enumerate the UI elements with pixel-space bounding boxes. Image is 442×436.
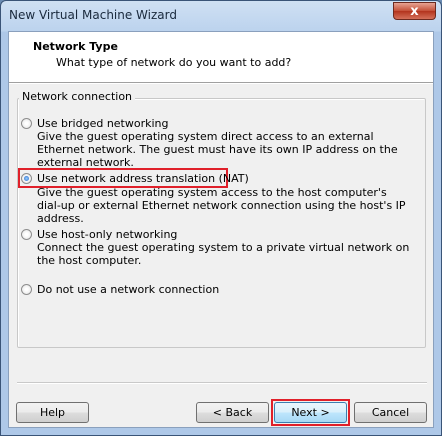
- close-icon: x: [410, 4, 419, 19]
- close-button[interactable]: x: [393, 2, 436, 20]
- radio-button[interactable]: [21, 229, 32, 240]
- radio-label[interactable]: Do not use a network connection: [37, 283, 219, 296]
- next-button[interactable]: Next >: [274, 402, 347, 423]
- page-title: Network Type: [33, 40, 118, 53]
- wizard-window: New Virtual Machine Wizard x Network Typ…: [0, 0, 442, 436]
- group-label: Network connection: [19, 90, 136, 103]
- wizard-body: Network Type What type of network do you…: [8, 31, 434, 428]
- radio-label[interactable]: Use network address translation (NAT): [37, 172, 249, 185]
- radio-button-selected[interactable]: [21, 173, 32, 184]
- cancel-button[interactable]: Cancel: [354, 402, 427, 423]
- window-title: New Virtual Machine Wizard: [9, 8, 177, 22]
- option-description: Connect the guest operating system to a …: [37, 241, 410, 267]
- option-description: Give the guest operating system access t…: [37, 186, 406, 225]
- back-button[interactable]: < Back: [196, 402, 269, 423]
- radio-label[interactable]: Use bridged networking: [37, 117, 169, 130]
- radio-button[interactable]: [21, 118, 32, 129]
- title-bar[interactable]: New Virtual Machine Wizard x: [1, 1, 441, 31]
- radio-button[interactable]: [21, 284, 32, 295]
- header-divider: [9, 83, 433, 84]
- option-description: Give the guest operating system direct a…: [37, 130, 398, 169]
- wizard-header: Network Type What type of network do you…: [9, 32, 433, 83]
- footer-divider: [17, 382, 427, 384]
- radio-label[interactable]: Use host-only networking: [37, 228, 177, 241]
- help-button[interactable]: Help: [16, 402, 89, 423]
- page-subtitle: What type of network do you want to add?: [56, 56, 292, 69]
